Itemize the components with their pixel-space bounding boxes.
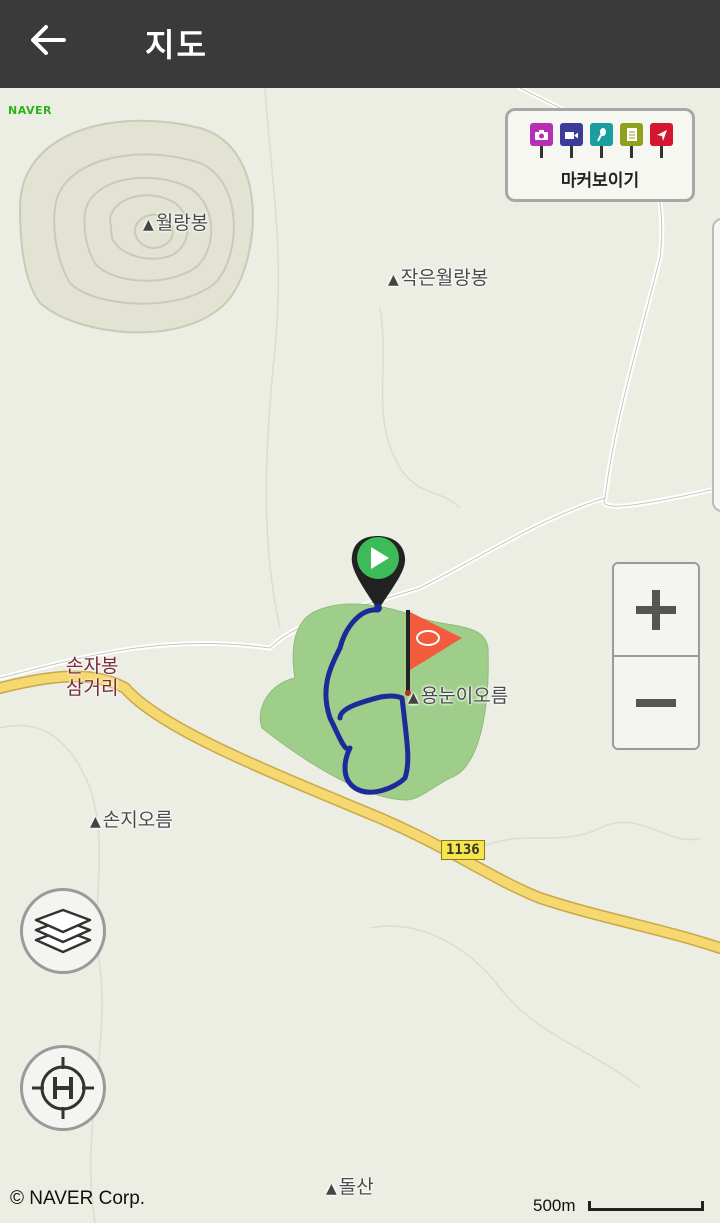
photo-marker-icon [530, 123, 553, 161]
show-markers-button[interactable]: 마커보이기 [505, 108, 695, 202]
minus-icon [636, 699, 676, 707]
position-marker-icon [650, 123, 673, 161]
map-view[interactable]: NAVER ▲ 월랑봉 ▲ 작은월랑봉 ▲ 용눈이오름 ▲ 손지오름 ▲ 돌산 손자봉 삼… [0, 88, 720, 1223]
road-number-badge: 1136 [441, 840, 485, 860]
app-header: 지도 [0, 0, 720, 88]
place-label: ▲ 돌산 [326, 1176, 374, 1198]
junction-label-line: 삼거리 [66, 677, 119, 699]
layers-icon [34, 908, 92, 954]
back-button[interactable] [22, 18, 74, 62]
start-marker-icon [351, 536, 406, 612]
voice-marker-icon [590, 123, 613, 161]
side-panel-handle[interactable] [712, 218, 720, 512]
zoom-out-button[interactable] [614, 657, 698, 749]
place-label: ▲ 손지오름 [90, 809, 173, 831]
place-label: ▲ 월랑봉 [143, 212, 209, 234]
copyright-text: © NAVER Corp. [10, 1188, 146, 1209]
junction-label-line: 손자봉 [66, 655, 119, 677]
locate-button[interactable] [20, 1045, 106, 1131]
show-markers-label: 마커보이기 [560, 171, 640, 191]
mountain-contours [18, 119, 254, 334]
place-label: ▲ 용눈이오름 [408, 685, 509, 707]
video-marker-icon [560, 123, 583, 161]
junction-label: 손자봉 삼거리 [66, 655, 118, 699]
naver-logo: NAVER [8, 104, 52, 117]
memo-marker-icon [620, 123, 643, 161]
layers-button[interactable] [20, 888, 106, 974]
place-label: ▲ 작은월랑봉 [388, 267, 489, 289]
arrow-left-icon [31, 25, 66, 55]
page-title: 지도 [145, 26, 208, 64]
helipad-locate-icon [32, 1057, 94, 1119]
scale-label: 500m [533, 1196, 576, 1215]
plus-icon [636, 590, 676, 630]
zoom-in-button[interactable] [614, 564, 698, 656]
scale-bar [588, 1201, 704, 1211]
zoom-control [612, 562, 700, 750]
